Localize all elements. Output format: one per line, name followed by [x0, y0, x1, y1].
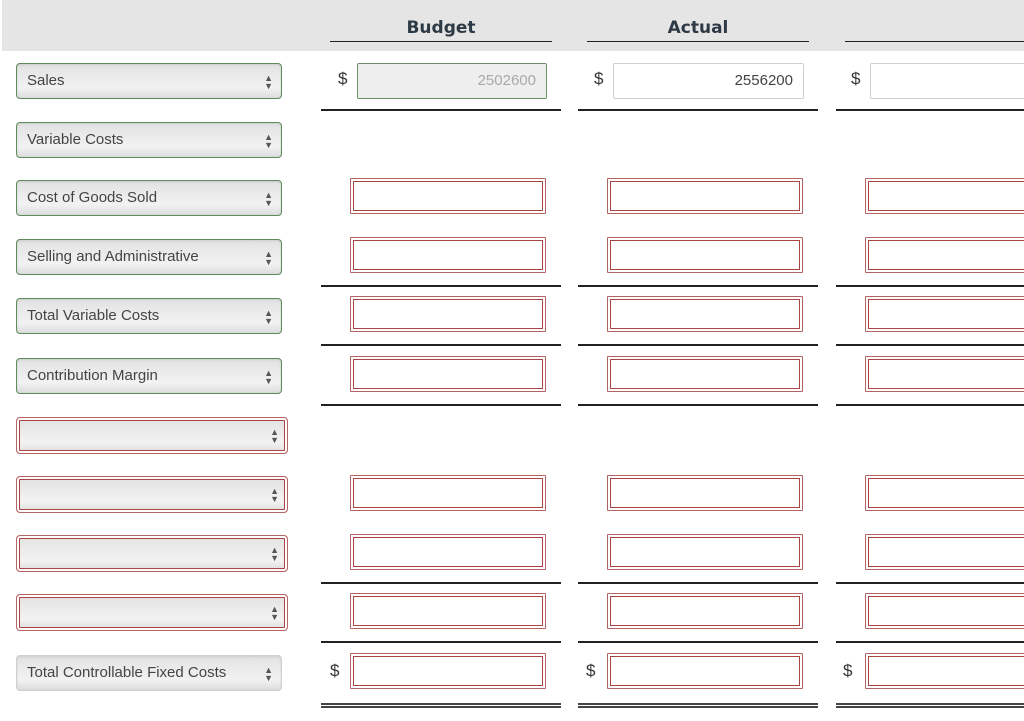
column-header-budget: Budget: [330, 17, 552, 42]
amount-input-third[interactable]: [865, 356, 1024, 392]
amount-input-budget[interactable]: [350, 296, 546, 332]
underline: [321, 109, 561, 111]
column-header-third: [845, 17, 1024, 42]
underline: [578, 703, 818, 708]
select-value: Contribution Margin: [27, 367, 158, 384]
underline: [321, 641, 561, 643]
underline: [321, 404, 561, 406]
amount-input-actual[interactable]: [607, 356, 803, 392]
underline: [321, 582, 561, 584]
amount-input-budget[interactable]: [350, 356, 546, 392]
amount-input-third[interactable]: [865, 475, 1024, 511]
row-label-select[interactable]: Variable Costs ▲ ▼: [16, 122, 282, 158]
amount-input-third[interactable]: [865, 237, 1024, 273]
amount-input-third[interactable]: [865, 534, 1024, 570]
select-arrows-icon: ▲ ▼: [270, 427, 279, 445]
currency-symbol: $: [338, 69, 348, 88]
amount-input-actual[interactable]: [607, 296, 803, 332]
row-label-select[interactable]: Selling and Administrative ▲ ▼: [16, 239, 282, 275]
underline: [321, 285, 561, 287]
underline: [578, 582, 818, 584]
amount-input-actual[interactable]: [607, 593, 803, 629]
select-arrows-icon: ▲ ▼: [264, 249, 273, 267]
amount-input-third[interactable]: [865, 593, 1024, 629]
amount-input-budget[interactable]: [350, 237, 546, 273]
select-arrows-icon: ▲ ▼: [264, 665, 273, 683]
select-arrows-icon: ▲ ▼: [270, 486, 279, 504]
underline: [578, 285, 818, 287]
underline: [836, 703, 1024, 708]
select-arrows-icon: ▲ ▼: [264, 132, 273, 150]
row-label-select[interactable]: ▲ ▼: [16, 535, 288, 572]
amount-input-third[interactable]: [865, 653, 1024, 689]
amount-input-actual[interactable]: [607, 237, 803, 273]
amount-input-third[interactable]: [865, 296, 1024, 332]
currency-symbol: $: [594, 69, 604, 88]
underline: [578, 641, 818, 643]
amount-input-budget[interactable]: [350, 593, 546, 629]
amount-input-budget[interactable]: [350, 178, 546, 214]
row-label-select[interactable]: Total Variable Costs ▲ ▼: [16, 298, 282, 334]
underline: [836, 582, 1024, 584]
row-label-select[interactable]: ▲ ▼: [16, 594, 288, 631]
amount-input-actual[interactable]: [607, 653, 803, 689]
underline: [578, 404, 818, 406]
amount-input-budget: 2502600: [357, 63, 547, 99]
select-value: Cost of Goods Sold: [27, 189, 158, 206]
amount-input-budget[interactable]: [350, 534, 546, 570]
amount-input-actual[interactable]: [607, 178, 803, 214]
underline: [836, 641, 1024, 643]
underline: [321, 703, 561, 708]
select-arrows-icon: ▲ ▼: [264, 73, 273, 91]
amount-input-budget[interactable]: [350, 475, 546, 511]
underline: [836, 109, 1024, 111]
select-value: Total Controllable Fixed Costs: [27, 664, 227, 681]
underline: [578, 109, 818, 111]
select-arrows-icon: ▲ ▼: [264, 308, 273, 326]
select-value: Selling and Administrative: [27, 248, 199, 265]
row-label-select[interactable]: Cost of Goods Sold ▲ ▼: [16, 180, 282, 216]
currency-symbol: $: [586, 661, 596, 680]
row-label-select[interactable]: ▲ ▼: [16, 476, 288, 513]
underline: [836, 344, 1024, 346]
amount-input-actual[interactable]: [607, 534, 803, 570]
select-arrows-icon: ▲ ▼: [270, 604, 279, 622]
currency-symbol: $: [843, 661, 853, 680]
underline: [578, 344, 818, 346]
select-arrows-icon: ▲ ▼: [264, 368, 273, 386]
currency-symbol: $: [330, 661, 340, 680]
select-value: Sales: [27, 72, 65, 89]
row-label-select[interactable]: Sales ▲ ▼: [16, 63, 282, 99]
select-value: Variable Costs: [27, 131, 124, 148]
select-arrows-icon: ▲ ▼: [264, 190, 273, 208]
underline: [836, 404, 1024, 406]
row-label-select[interactable]: ▲ ▼: [16, 417, 288, 454]
amount-input-third[interactable]: [865, 178, 1024, 214]
amount-input-third[interactable]: 53: [870, 63, 1024, 99]
currency-symbol: $: [851, 69, 861, 88]
amount-input-actual[interactable]: 2556200: [613, 63, 804, 99]
amount-input-budget[interactable]: [350, 653, 546, 689]
select-arrows-icon: ▲ ▼: [270, 545, 279, 563]
amount-input-actual[interactable]: [607, 475, 803, 511]
row-label-select[interactable]: Contribution Margin ▲ ▼: [16, 358, 282, 394]
underline: [836, 285, 1024, 287]
underline: [321, 344, 561, 346]
select-value: Total Variable Costs: [27, 307, 160, 324]
column-header-actual: Actual: [587, 17, 809, 42]
row-label-select[interactable]: Total Controllable Fixed Costs ▲ ▼: [16, 655, 282, 691]
